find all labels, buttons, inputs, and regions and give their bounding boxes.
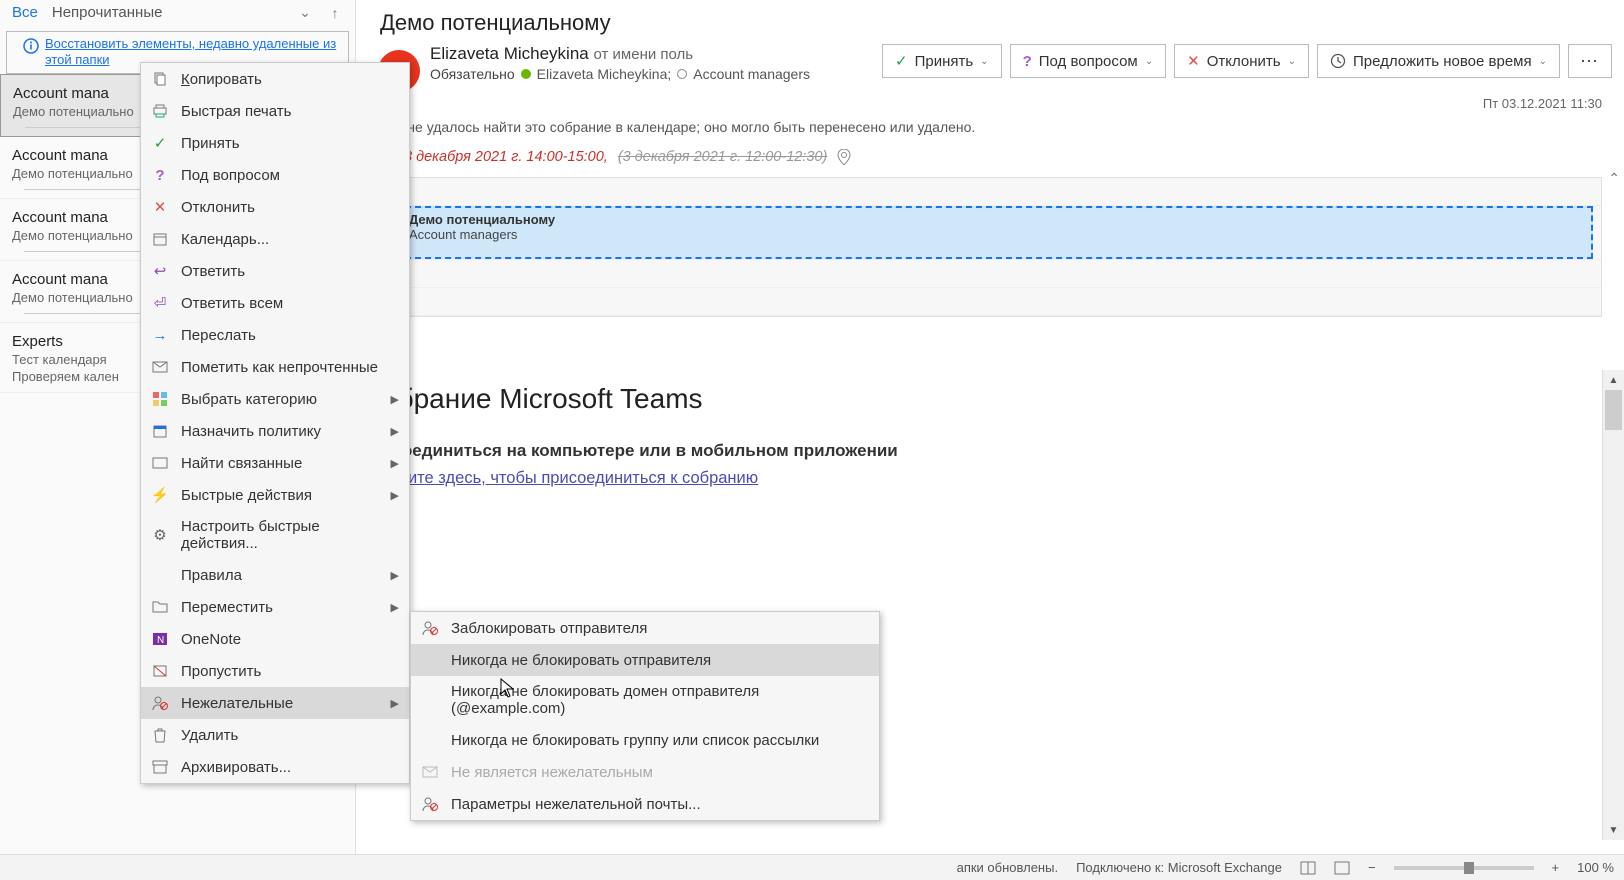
policy-icon [151, 422, 169, 440]
presence-unknown-icon [677, 69, 687, 79]
ctx-quick-steps[interactable]: ⚡Быстрые действия▶ [141, 479, 409, 511]
ctx-decline[interactable]: ✕Отклонить [141, 191, 409, 223]
folder-move-icon [151, 598, 169, 616]
info-icon [23, 38, 39, 54]
meeting-not-found-warning: ам не удалось найти это собрание в кален… [356, 111, 1624, 135]
categories-icon [151, 390, 169, 408]
block-person-icon [421, 619, 439, 637]
trash-icon [151, 726, 169, 744]
svg-text:N: N [157, 635, 164, 646]
rules-icon [151, 566, 169, 584]
presence-available-icon [521, 69, 531, 79]
junk-submenu: Заблокировать отправителя Никогда не бло… [410, 611, 880, 821]
sub-not-junk: Не является нежелательным [411, 756, 879, 788]
envelope-icon [151, 358, 169, 376]
filter-unread[interactable]: Непрочитанные [52, 4, 163, 21]
view-reading-icon[interactable] [1334, 861, 1350, 875]
ctx-calendar[interactable]: Календарь... [141, 223, 409, 255]
ctx-archive[interactable]: Архивировать... [141, 751, 409, 783]
ctx-reply-all[interactable]: ⏎Ответить всем [141, 287, 409, 319]
printer-icon [151, 102, 169, 120]
ctx-mark-unread[interactable]: Пометить как непрочтенные [141, 351, 409, 383]
location-icon [837, 149, 851, 165]
zoom-level: 100 % [1577, 860, 1614, 875]
chevron-down-icon[interactable]: ⌄ [297, 5, 313, 21]
ctx-move[interactable]: Переместить▶ [141, 591, 409, 623]
ctx-find-related[interactable]: Найти связанные▶ [141, 447, 409, 479]
ctx-forward[interactable]: →Переслать [141, 319, 409, 351]
zoom-out-button[interactable]: − [1368, 860, 1376, 875]
sub-never-block-domain[interactable]: Никогда не блокировать домен отправителя… [411, 676, 879, 724]
teams-meeting-heading: обрание Microsoft Teams [382, 383, 1598, 415]
envelope-search-icon [151, 454, 169, 472]
ctx-categorize[interactable]: Выбрать категорию▶ [141, 383, 409, 415]
vertical-scrollbar[interactable]: ▲ ▼ [1602, 370, 1624, 840]
ctx-junk[interactable]: Нежелательные▶ [141, 687, 409, 719]
ctx-reply[interactable]: ↩Ответить [141, 255, 409, 287]
block-person-icon [421, 795, 439, 813]
status-connection: Подключено к: Microsoft Exchange [1076, 860, 1282, 875]
forward-icon: → [151, 326, 169, 344]
scroll-up-icon[interactable]: ▲ [1603, 370, 1624, 390]
zoom-in-button[interactable]: + [1552, 860, 1560, 875]
status-bar: апки обновлены. Подключено к: Microsoft … [0, 854, 1624, 880]
propose-time-button[interactable]: Предложить новое время⌄ [1317, 44, 1560, 78]
collapse-icon[interactable]: ⌃ [1608, 170, 1620, 187]
scroll-down-icon[interactable]: ▼ [1603, 820, 1624, 840]
more-actions-button[interactable]: ⋯ [1568, 44, 1612, 78]
reply-icon: ↩ [151, 262, 169, 280]
sub-junk-options[interactable]: Параметры нежелательной почты... [411, 788, 879, 820]
ctx-tentative[interactable]: ?Под вопросом [141, 159, 409, 191]
ctx-copy[interactable]: ККопироватьопировать [141, 63, 409, 95]
clock-icon [1330, 53, 1346, 69]
ignore-icon [151, 662, 169, 680]
lightning-icon: ⚡ [151, 486, 169, 504]
onenote-icon: N [151, 630, 169, 648]
copy-icon [151, 70, 169, 88]
received-timestamp: Пт 03.12.2021 11:30 [356, 92, 1624, 111]
ctx-accept[interactable]: ✓Принять [141, 127, 409, 159]
filter-all[interactable]: Все [12, 4, 38, 21]
ctx-assign-policy[interactable]: Назначить политику▶ [141, 415, 409, 447]
ctx-ignore[interactable]: Пропустить [141, 655, 409, 687]
recipients: Обязательно Elizaveta Micheykina; Accoun… [430, 66, 872, 82]
context-menu: ККопироватьопировать Быстрая печать ✓При… [140, 62, 410, 784]
ctx-onenote[interactable]: NOneNote [141, 623, 409, 655]
arrow-up-icon[interactable]: ↑ [327, 5, 343, 21]
meeting-time: 3 декабря 2021 г. 14:00-15:00, (3 декабр… [356, 135, 1624, 171]
join-instructions: исоединиться на компьютере или в мобильн… [382, 441, 1598, 461]
tentative-button[interactable]: ?Под вопросом⌄ [1010, 44, 1167, 78]
zoom-slider[interactable] [1394, 866, 1534, 870]
sub-never-block-sender[interactable]: Никогда не блокировать отправителя [411, 644, 879, 676]
calendar-icon [151, 230, 169, 248]
scroll-thumb[interactable] [1605, 390, 1622, 430]
ctx-rules[interactable]: Правила▶ [141, 559, 409, 591]
check-icon: ✓ [151, 134, 169, 152]
sub-never-block-group[interactable]: Никогда не блокировать группу или список… [411, 724, 879, 756]
reply-all-icon: ⏎ [151, 294, 169, 312]
cross-icon: ✕ [151, 198, 169, 216]
ctx-configure-quick[interactable]: ⚙Настроить быстрые действия... [141, 511, 409, 559]
mouse-cursor-icon [500, 678, 514, 698]
calendar-preview: Демо потенциальному Account managers [378, 177, 1602, 317]
ctx-quick-print[interactable]: Быстрая печать [141, 95, 409, 127]
question-icon: ? [151, 166, 169, 184]
block-person-icon [151, 694, 169, 712]
from-line: Elizaveta Micheykina от имени поль [430, 44, 872, 64]
sub-block-sender[interactable]: Заблокировать отправителя [411, 612, 879, 644]
status-folder-updated: апки обновлены. [957, 860, 1058, 875]
reading-subject: Демо потенциальному [356, 0, 1624, 44]
decline-button[interactable]: ✕Отклонить⌄ [1174, 44, 1309, 78]
join-meeting-link[interactable]: лкните здесь, чтобы присоединиться к соб… [382, 469, 758, 488]
archive-icon [151, 758, 169, 776]
accept-button[interactable]: ✓Принять⌄ [882, 44, 1002, 78]
envelope-icon [421, 763, 439, 781]
view-normal-icon[interactable] [1300, 861, 1316, 875]
ctx-delete[interactable]: Удалить [141, 719, 409, 751]
calendar-event[interactable]: Демо потенциальному Account managers [395, 206, 1593, 259]
gear-icon: ⚙ [151, 526, 169, 544]
